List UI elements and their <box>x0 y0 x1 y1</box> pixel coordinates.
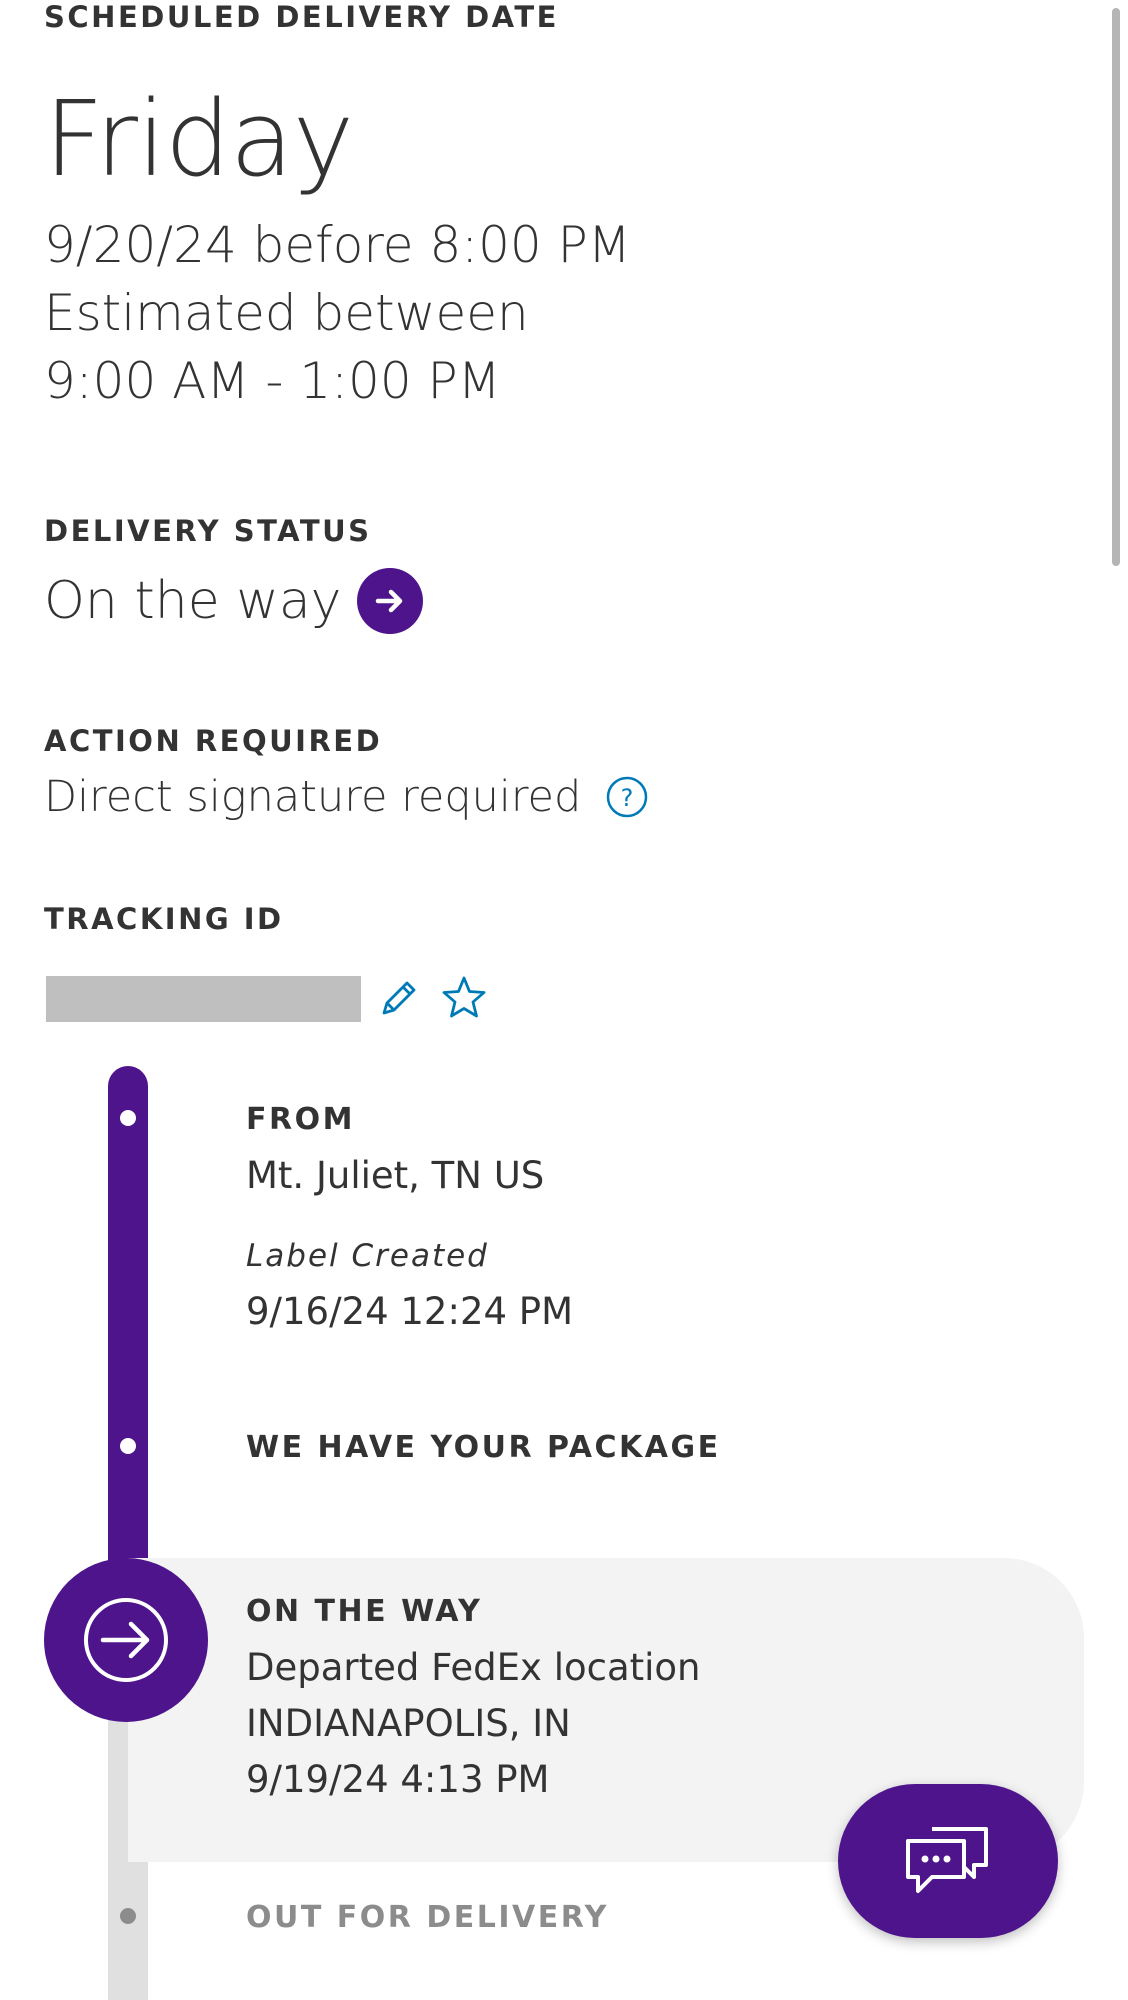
scheduled-delivery-label: SCHEDULED DELIVERY DATE <box>44 0 559 34</box>
timeline-progress-track <box>108 1066 148 1586</box>
delivery-status-label: DELIVERY STATUS <box>44 514 372 548</box>
timeline-from-location: Mt. Juliet, TN US <box>246 1154 545 1197</box>
pencil-icon[interactable] <box>376 975 422 1021</box>
tracking-id-value <box>46 976 361 1022</box>
chat-button[interactable] <box>838 1784 1058 1938</box>
delivery-status-text: On the way <box>44 571 342 631</box>
tracking-id-label: TRACKING ID <box>44 902 284 936</box>
arrow-right-circle-icon <box>357 568 424 634</box>
action-required-text: Direct signature required <box>44 772 582 822</box>
delivery-day: Friday <box>44 78 354 200</box>
timeline-current-time: 9/19/24 4:13 PM <box>246 1758 550 1801</box>
timeline-out-for-delivery-title: OUT FOR DELIVERY <box>246 1900 609 1935</box>
action-required-row: Direct signature required ? <box>44 772 649 822</box>
svg-text:?: ? <box>621 784 634 812</box>
action-required-label: ACTION REQUIRED <box>44 724 383 758</box>
timeline-dot-from <box>120 1110 136 1126</box>
timeline-label-created-time: 9/16/24 12:24 PM <box>246 1290 574 1333</box>
timeline-current-title: ON THE WAY <box>246 1594 483 1629</box>
timeline-dot-out-for-delivery <box>120 1908 136 1924</box>
scrollbar[interactable] <box>1112 8 1120 566</box>
timeline-dot-picked-up <box>120 1438 136 1454</box>
chat-bubbles-icon <box>902 1819 994 1903</box>
delivery-estimate-label: Estimated between <box>44 284 529 342</box>
delivery-time-window: 9:00 AM - 1:00 PM <box>44 352 501 410</box>
delivery-date: 9/20/24 before 8:00 PM <box>44 216 631 274</box>
arrow-right-circle-icon <box>44 1558 208 1722</box>
question-circle-icon[interactable]: ? <box>605 775 649 819</box>
timeline-from-title: FROM <box>246 1102 355 1137</box>
timeline-current-event: Departed FedEx location <box>246 1646 701 1689</box>
timeline-picked-up-title: WE HAVE YOUR PACKAGE <box>246 1430 721 1465</box>
timeline-current-location: INDIANAPOLIS, IN <box>246 1702 571 1745</box>
delivery-status-row: On the way <box>44 568 424 634</box>
timeline-label-created: Label Created <box>246 1238 489 1274</box>
star-outline-icon[interactable] <box>440 974 488 1022</box>
